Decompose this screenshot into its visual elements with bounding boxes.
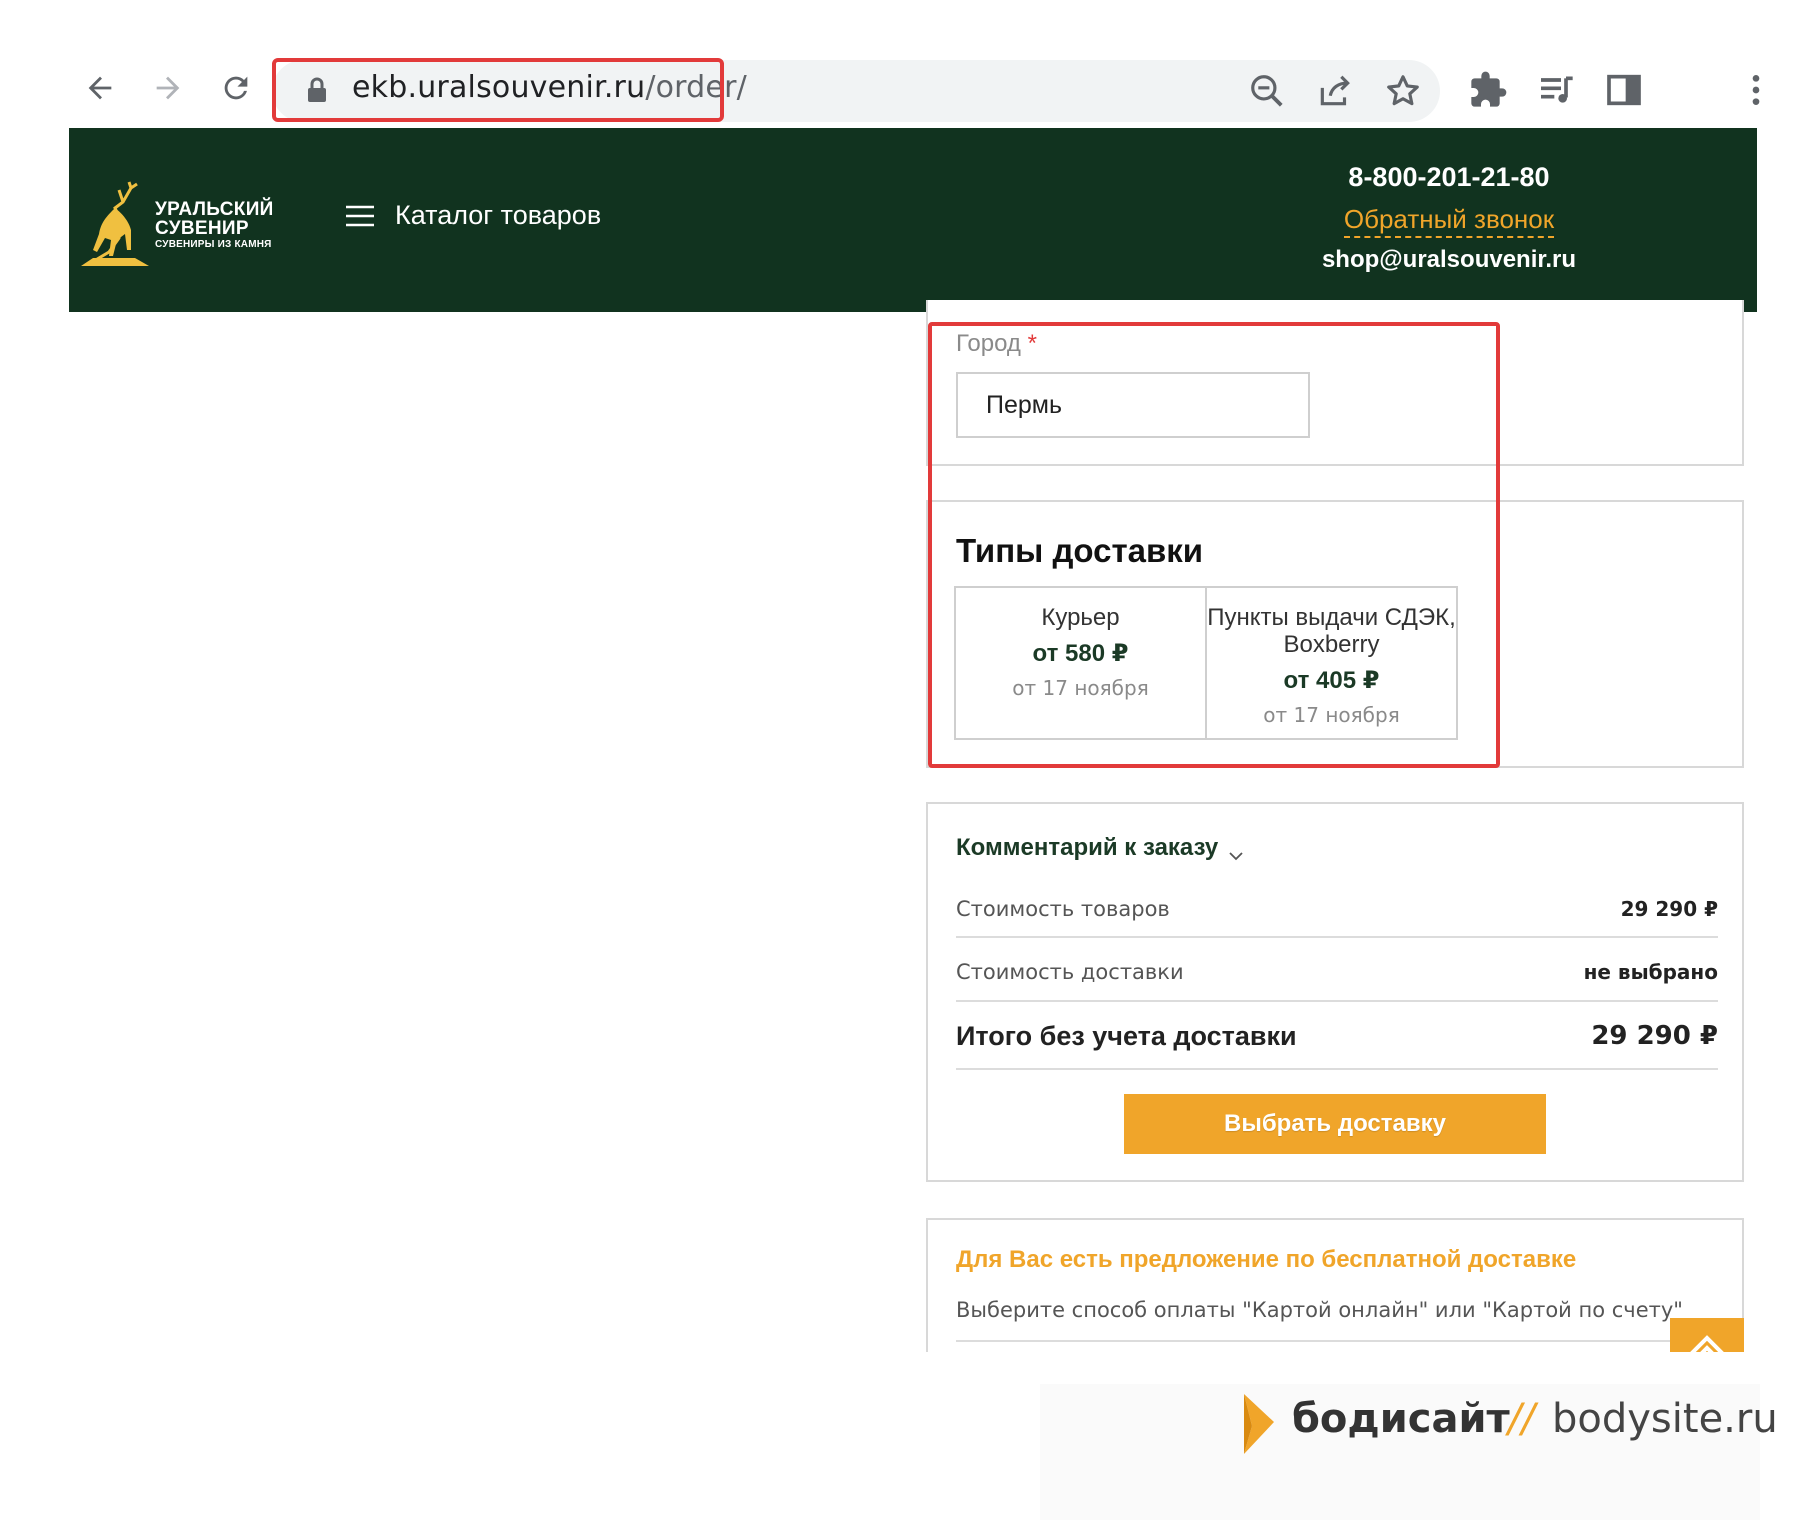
- zoom-out-icon[interactable]: [1248, 72, 1286, 110]
- free-delivery-promo-card: Для Вас есть предложение по бесплатной д…: [926, 1218, 1744, 1352]
- star-icon[interactable]: [1384, 72, 1422, 110]
- email-link[interactable]: shop@uralsouvenir.ru: [1309, 246, 1589, 274]
- back-icon[interactable]: [78, 66, 122, 110]
- watermark-domain: bodysite.ru: [1552, 1396, 1778, 1442]
- order-summary-card: Комментарий к заказу Стоимость товаров 2…: [926, 802, 1744, 1182]
- menu-icon[interactable]: [1744, 70, 1768, 110]
- share-icon[interactable]: [1316, 72, 1354, 110]
- summary-row-goods: Стоимость товаров 29 290 ₽: [956, 882, 1718, 938]
- summary-label: Стоимость доставки: [956, 960, 1184, 984]
- callback-label: Обратный звонок: [1343, 204, 1555, 238]
- summary-row-delivery: Стоимость доставки не выбрано: [956, 944, 1718, 1002]
- summary-value: 29 290 ₽: [1591, 1021, 1718, 1051]
- order-comment-label: Комментарий к заказу: [956, 834, 1219, 861]
- browser-toolbar: ekb.uralsouvenir.ru/order/: [0, 0, 1800, 128]
- scroll-to-top-button[interactable]: [1670, 1318, 1744, 1352]
- logo-tagline: СУВЕНИРЫ ИЗ КАМНЯ: [155, 239, 272, 250]
- catalog-menu-link[interactable]: Каталог товаров: [395, 200, 601, 231]
- url-highlight-box: [272, 58, 724, 122]
- promo-text: Выберите способ оплаты "Картой онлайн" и…: [956, 1298, 1683, 1322]
- watermark: бодисайт // bodysite.ru: [1040, 1384, 1778, 1520]
- phone-number[interactable]: 8-800-201-21-80: [1309, 162, 1589, 193]
- divider: [956, 1340, 1718, 1342]
- callback-link[interactable]: Обратный звонок: [1309, 204, 1589, 238]
- media-icon[interactable]: [1536, 70, 1576, 110]
- bodysite-logo-icon: [1240, 1392, 1278, 1456]
- summary-value: не выбрано: [1583, 960, 1718, 984]
- logo-text[interactable]: УРАЛЬСКИЙ СУВЕНИР СУВЕНИРЫ ИЗ КАМНЯ: [155, 200, 274, 250]
- reload-icon[interactable]: [214, 66, 258, 110]
- chevron-down-icon: [1228, 842, 1244, 860]
- promo-title: Для Вас есть предложение по бесплатной д…: [956, 1246, 1577, 1273]
- summary-label: Стоимость товаров: [956, 897, 1170, 921]
- logo-line1: УРАЛЬСКИЙ: [155, 199, 274, 220]
- choose-delivery-button[interactable]: Выбрать доставку: [1124, 1094, 1546, 1154]
- site-header: УРАЛЬСКИЙ СУВЕНИР СУВЕНИРЫ ИЗ КАМНЯ Ката…: [69, 128, 1757, 312]
- watermark-separator: //: [1508, 1396, 1535, 1442]
- summary-value: 29 290 ₽: [1620, 897, 1718, 921]
- deer-logo-icon[interactable]: [79, 178, 155, 268]
- side-panel-icon[interactable]: [1604, 70, 1644, 110]
- watermark-brand: бодисайт: [1292, 1396, 1510, 1442]
- chevron-up-icon: [1690, 1335, 1724, 1352]
- extensions-icon[interactable]: [1468, 70, 1508, 110]
- summary-label: Итого без учета доставки: [956, 1020, 1297, 1051]
- logo-line2: СУВЕНИР: [155, 218, 249, 239]
- hamburger-menu-icon[interactable]: [345, 204, 375, 228]
- forward-icon[interactable]: [146, 66, 190, 110]
- delivery-highlight-box: [928, 322, 1500, 768]
- order-comment-toggle[interactable]: Комментарий к заказу: [956, 834, 1244, 862]
- summary-row-total: Итого без учета доставки 29 290 ₽: [956, 1004, 1718, 1070]
